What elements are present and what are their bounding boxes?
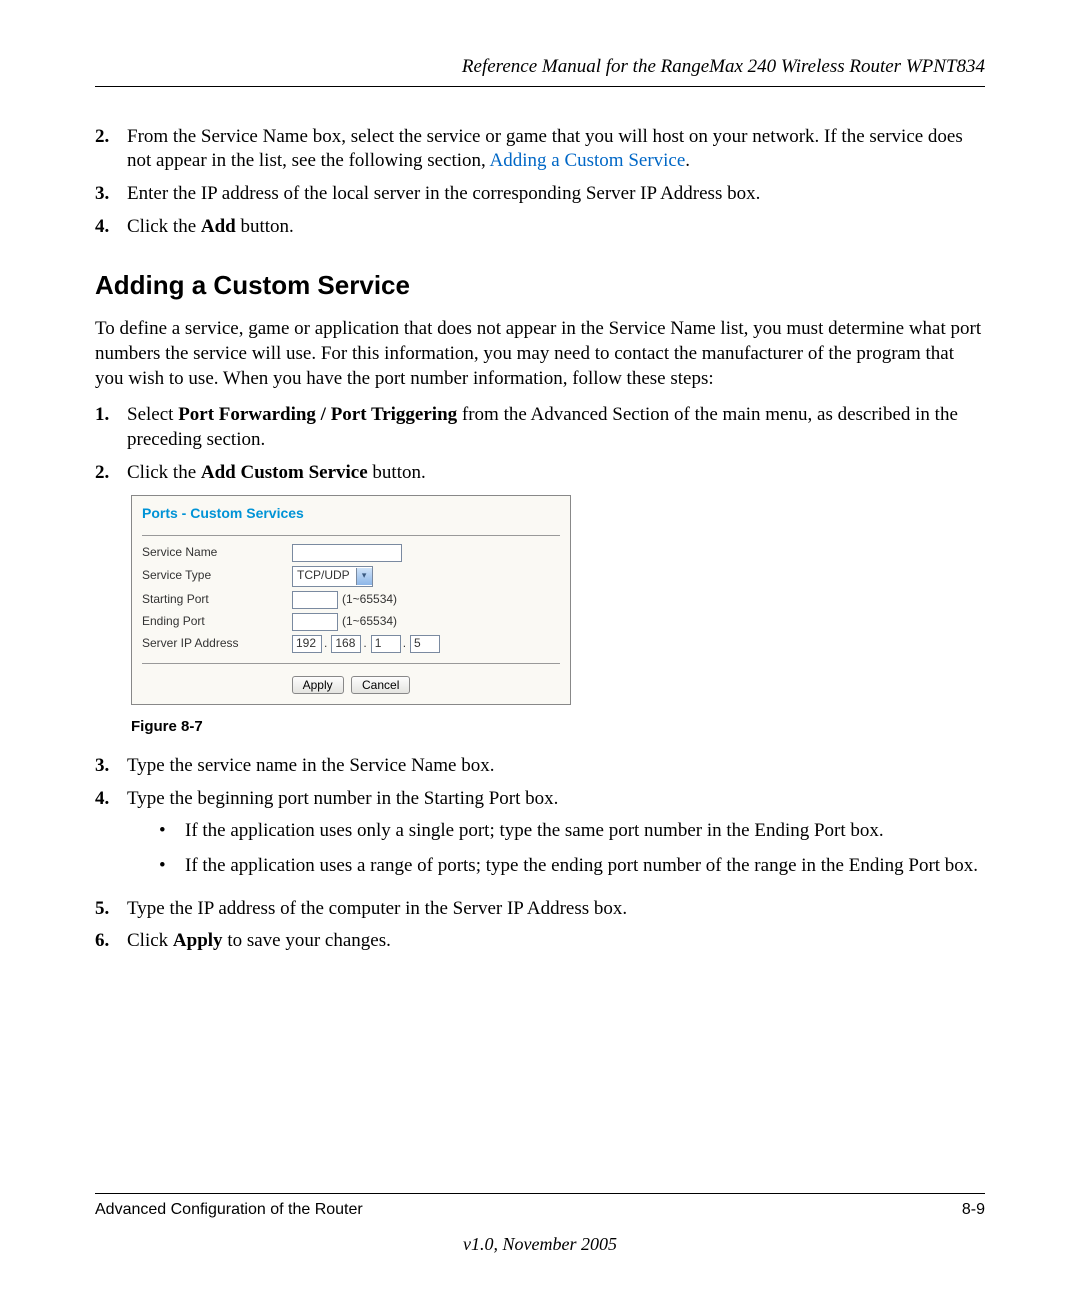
- panel-title: Ports - Custom Services: [142, 502, 560, 534]
- page-header: Reference Manual for the RangeMax 240 Wi…: [95, 55, 985, 87]
- link-adding-custom-service[interactable]: Adding a Custom Service: [490, 150, 686, 171]
- bullet-item: •If the application uses only a single p…: [159, 819, 985, 844]
- label-server-ip: Server IP Address: [142, 636, 292, 652]
- item-number: 4.: [95, 215, 127, 240]
- page-number: 8-9: [962, 1200, 985, 1221]
- item-number: 3.: [95, 754, 127, 779]
- label-starting-port: Starting Port: [142, 592, 292, 608]
- service-type-select[interactable]: TCP/UDP ▾: [292, 566, 373, 587]
- list-item: 5. Type the IP address of the computer i…: [95, 897, 985, 922]
- item-body: Type the IP address of the computer in t…: [127, 897, 985, 922]
- list-item: 3. Enter the IP address of the local ser…: [95, 182, 985, 207]
- section-heading: Adding a Custom Service: [95, 269, 985, 303]
- list-item: 4. Type the beginning port number in the…: [95, 787, 985, 889]
- footer-version: v1.0, November 2005: [95, 1233, 985, 1256]
- port-range-hint: (1~65534): [342, 592, 397, 608]
- list-item: 1. Select Port Forwarding / Port Trigger…: [95, 403, 985, 452]
- item-number: 3.: [95, 182, 127, 207]
- item-body: From the Service Name box, select the se…: [127, 125, 985, 174]
- list-item: 4. Click the Add button.: [95, 215, 985, 240]
- cancel-button[interactable]: Cancel: [351, 676, 410, 694]
- sub-bullets: •If the application uses only a single p…: [159, 819, 985, 878]
- ending-port-input[interactable]: [292, 613, 338, 631]
- apply-button[interactable]: Apply: [292, 676, 344, 694]
- ip-octet-1[interactable]: 192: [292, 635, 322, 653]
- item-body: Select Port Forwarding / Port Triggering…: [127, 403, 985, 452]
- row-starting-port: Starting Port (1~65534): [142, 591, 560, 609]
- page-footer: Advanced Configuration of the Router 8-9…: [95, 1193, 985, 1256]
- label-ending-port: Ending Port: [142, 614, 292, 630]
- divider: [142, 663, 560, 664]
- row-service-type: Service Type TCP/UDP ▾: [142, 566, 560, 587]
- item-number: 2.: [95, 125, 127, 174]
- list-item: 2. Click the Add Custom Service button.: [95, 461, 985, 486]
- row-service-name: Service Name: [142, 544, 560, 562]
- item-body: Type the service name in the Service Nam…: [127, 754, 985, 779]
- divider: [142, 535, 560, 536]
- item-body: Click Apply to save your changes.: [127, 929, 985, 954]
- steps-list-3: 3. Type the service name in the Service …: [95, 754, 985, 954]
- item-body: Type the beginning port number in the St…: [127, 787, 985, 889]
- footer-left: Advanced Configuration of the Router: [95, 1200, 363, 1221]
- item-body: Click the Add button.: [127, 215, 985, 240]
- bullet-item: •If the application uses a range of port…: [159, 854, 985, 879]
- ip-octet-2[interactable]: 168: [331, 635, 361, 653]
- custom-services-panel: Ports - Custom Services Service Name Ser…: [131, 495, 571, 704]
- label-service-name: Service Name: [142, 545, 292, 561]
- chevron-down-icon: ▾: [356, 568, 372, 585]
- item-number: 4.: [95, 787, 127, 889]
- ip-octet-4[interactable]: 5: [410, 635, 440, 653]
- top-numbered-list: 2. From the Service Name box, select the…: [95, 125, 985, 240]
- item-number: 2.: [95, 461, 127, 486]
- service-name-input[interactable]: [292, 544, 402, 562]
- row-server-ip: Server IP Address 192. 168. 1. 5: [142, 635, 560, 653]
- starting-port-input[interactable]: [292, 591, 338, 609]
- ip-octet-3[interactable]: 1: [371, 635, 401, 653]
- figure-caption: Figure 8-7: [131, 717, 985, 737]
- item-number: 5.: [95, 897, 127, 922]
- item-body: Click the Add Custom Service button.: [127, 461, 985, 486]
- item-number: 1.: [95, 403, 127, 452]
- item-body: Enter the IP address of the local server…: [127, 182, 985, 207]
- label-service-type: Service Type: [142, 568, 292, 584]
- item-number: 6.: [95, 929, 127, 954]
- intro-paragraph: To define a service, game or application…: [95, 317, 985, 391]
- panel-buttons: Apply Cancel: [142, 676, 560, 694]
- steps-list-2: 1. Select Port Forwarding / Port Trigger…: [95, 403, 985, 485]
- row-ending-port: Ending Port (1~65534): [142, 613, 560, 631]
- list-item: 6. Click Apply to save your changes.: [95, 929, 985, 954]
- port-range-hint: (1~65534): [342, 614, 397, 630]
- list-item: 3. Type the service name in the Service …: [95, 754, 985, 779]
- list-item: 2. From the Service Name box, select the…: [95, 125, 985, 174]
